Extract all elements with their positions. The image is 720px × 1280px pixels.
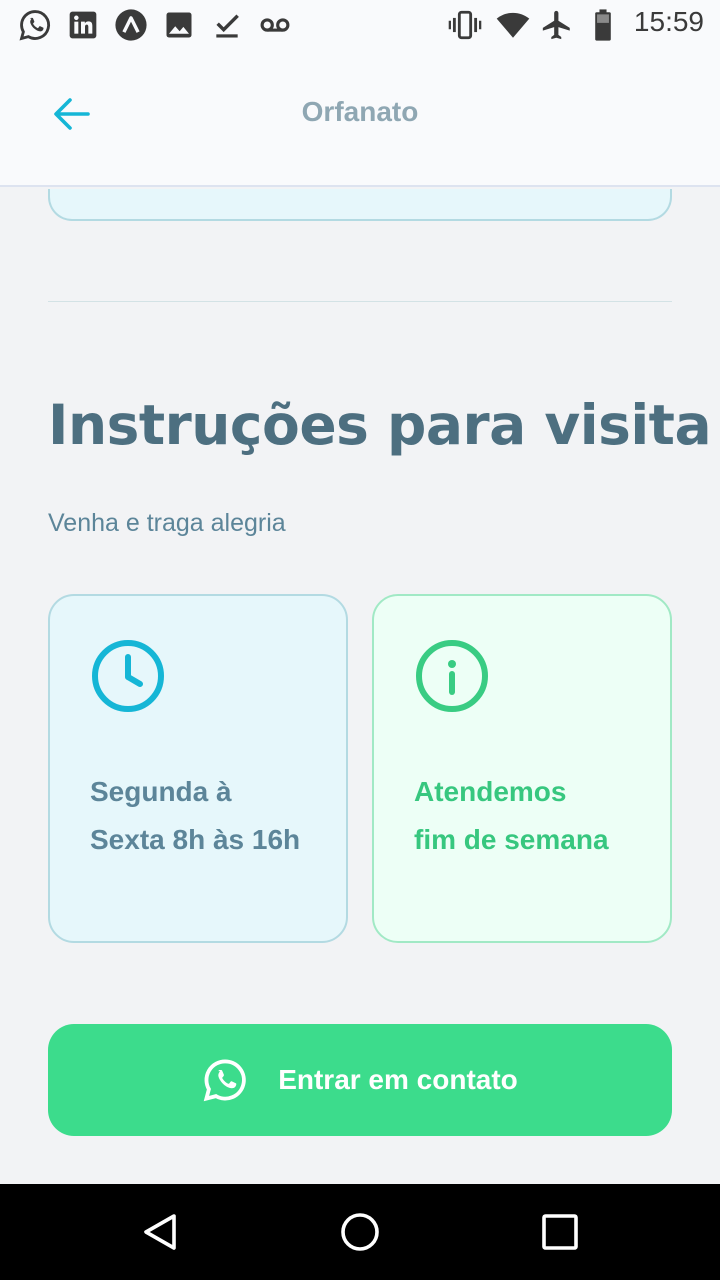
recents-square-icon [542, 1214, 578, 1250]
info-icon [416, 640, 488, 712]
home-circle-icon [341, 1213, 379, 1251]
nav-home-button[interactable] [336, 1208, 384, 1256]
weekend-text: Atendemos fim de semana [414, 768, 630, 864]
system-nav-bar [0, 1184, 720, 1280]
app-header: Orfanato [0, 50, 720, 187]
voicemail-icon [258, 8, 292, 42]
contact-button[interactable]: Entrar em contato [48, 1024, 672, 1136]
weekend-text-line2: fim de semana [414, 824, 609, 855]
opening-hours-card: Segunda à Sexta 8h às 16h [48, 594, 348, 943]
arch-icon [114, 8, 148, 42]
page-title: Orfanato [301, 96, 419, 127]
linkedin-icon [66, 8, 100, 42]
download-done-icon [210, 8, 244, 42]
divider [48, 301, 672, 302]
image-icon [162, 8, 196, 42]
clock-icon [92, 640, 164, 712]
vibrate-icon [448, 8, 482, 42]
weekend-text-line1: Atendemos [414, 776, 567, 807]
nav-recents-button[interactable] [536, 1208, 584, 1256]
clock-time: 15:59 [633, 6, 704, 37]
status-bar: 15:59 [0, 0, 720, 50]
wifi-icon [496, 8, 530, 42]
map-card [48, 189, 672, 221]
back-triangle-icon [144, 1214, 176, 1250]
contact-button-label: Entrar em contato [278, 1064, 518, 1095]
opening-hours-text: Segunda à Sexta 8h às 16h [90, 776, 301, 855]
scroll-content[interactable]: Instruções para visita Venha e traga ale… [0, 189, 720, 1184]
battery-icon [586, 8, 620, 42]
nav-back-button[interactable] [136, 1208, 184, 1256]
instructions-subtitle: Venha e traga alegria [48, 509, 286, 537]
whatsapp-icon [18, 8, 52, 42]
instructions-title: Instruções para visita [48, 393, 712, 457]
airplane-icon [540, 8, 574, 42]
whatsapp-icon [203, 1059, 246, 1102]
weekend-card: Atendemos fim de semana [372, 594, 672, 943]
